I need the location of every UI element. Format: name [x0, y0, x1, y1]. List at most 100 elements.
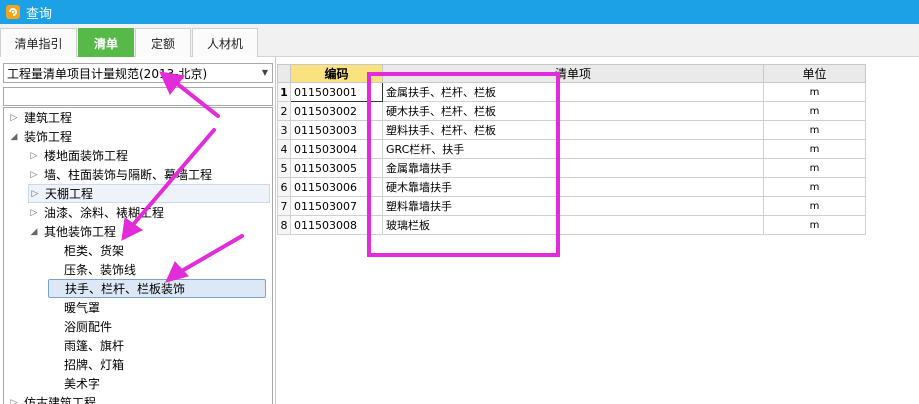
item-name-cell[interactable]: 硬木靠墙扶手 [382, 177, 764, 197]
tree-node-label: 建筑工程 [24, 111, 73, 125]
tree-node-radiator-covers[interactable]: 暖气罩 [48, 298, 100, 317]
tree-node-label: 招牌、灯箱 [64, 358, 125, 372]
row-number: 7 [277, 196, 291, 216]
tree-node-label: 油漆、涂料、裱糊工程 [44, 206, 165, 220]
tree-node-label: 扶手、栏杆、栏板装饰 [65, 282, 186, 296]
unit-cell[interactable]: m [763, 120, 866, 140]
title-bar: 查询 [0, 0, 919, 24]
tree-node-label: 仿古建筑工程 [24, 396, 97, 404]
expand-arrow-icon[interactable]: ▷ [8, 397, 20, 404]
expand-arrow-icon[interactable]: ▷ [8, 112, 20, 124]
tree-node-decoration[interactable]: ◢ 装饰工程 [8, 127, 72, 146]
tree-node-label: 墙、柱面装饰与隔断、幕墙工程 [44, 168, 213, 182]
tree-node-label: 压条、装饰线 [64, 263, 137, 277]
code-cell[interactable]: 011503002 [290, 101, 383, 121]
tree-node-label: 暖气罩 [64, 301, 101, 315]
unit-cell[interactable]: m [763, 158, 866, 178]
table-header-row: 编码 清单项 单位 [277, 64, 866, 83]
code-cell[interactable]: 011503007 [290, 196, 383, 216]
tree-node-label: 其他装饰工程 [44, 225, 117, 239]
code-cell[interactable]: 011503003 [290, 120, 383, 140]
tree-node-wall-column[interactable]: ▷ 墙、柱面装饰与隔断、幕墙工程 [28, 165, 212, 184]
tree-node-label: 美术字 [64, 377, 101, 391]
row-number: 4 [277, 139, 291, 159]
app-logo-icon [6, 5, 20, 19]
collapse-arrow-icon[interactable]: ◢ [8, 131, 20, 143]
chevron-down-icon[interactable]: ▼ [262, 68, 268, 77]
tab-bar: 清单指引 清单 定额 人材机 [0, 24, 919, 58]
bill-items-table: 编码 清单项 单位 1 011503001 金属扶手、栏杆、栏板 m 2 01150300… [277, 64, 866, 235]
column-header-code[interactable]: 编码 [290, 64, 383, 83]
tree-node-label: 雨篷、旗杆 [64, 339, 125, 353]
search-input[interactable] [3, 87, 273, 106]
tree-node-ceiling[interactable]: ▷ 天棚工程 [28, 184, 270, 203]
item-name-cell[interactable]: 金属靠墙扶手 [382, 158, 764, 178]
table-row[interactable]: 5 011503005 金属靠墙扶手 m [277, 158, 866, 178]
item-name-cell[interactable]: GRC栏杆、扶手 [382, 139, 764, 159]
tree-node-label: 天棚工程 [45, 187, 94, 201]
table-row[interactable]: 8 011503008 玻璃栏板 m [277, 215, 866, 235]
tree-node-bathroom-fittings[interactable]: 浴厕配件 [48, 317, 112, 336]
item-name-cell[interactable]: 金属扶手、栏杆、栏板 [382, 82, 764, 102]
unit-cell[interactable]: m [763, 177, 866, 197]
row-number-header [277, 64, 291, 83]
unit-cell[interactable]: m [763, 82, 866, 102]
table-row[interactable]: 7 011503007 塑料靠墙扶手 m [277, 196, 866, 216]
tree-node-other-decoration[interactable]: ◢ 其他装饰工程 [28, 222, 120, 241]
code-cell[interactable]: 011503004 [290, 139, 383, 159]
tree-node-art-lettering[interactable]: 美术字 [48, 374, 100, 393]
table-row[interactable]: 3 011503003 塑料扶手、栏杆、栏板 m [277, 120, 866, 140]
code-cell[interactable]: 011503001 [290, 82, 383, 102]
tree-node-floor-decoration[interactable]: ▷ 楼地面装饰工程 [28, 146, 128, 165]
tree-node-label: 柜类、货架 [64, 244, 125, 258]
tree-node-signboards-lightboxes[interactable]: 招牌、灯箱 [48, 355, 124, 374]
spec-select-value: 工程量清单项目计量规范(2013-北京) [7, 66, 208, 81]
tab-quota[interactable]: 定额 [135, 28, 191, 57]
tab-list[interactable]: 清单 [78, 28, 134, 58]
expand-arrow-icon[interactable]: ▷ [28, 207, 40, 219]
tree-node-antique-construction[interactable]: ▷ 仿古建筑工程 [8, 393, 96, 404]
expand-arrow-icon[interactable]: ▷ [28, 150, 40, 162]
tree-node-label: 楼地面装饰工程 [44, 149, 129, 163]
expand-arrow-icon[interactable]: ▷ [28, 169, 40, 181]
tree-node-label: 浴厕配件 [64, 320, 113, 334]
table-row[interactable]: 2 011503002 硬木扶手、栏杆、栏板 m [277, 101, 866, 121]
table-row[interactable]: 4 011503004 GRC栏杆、扶手 m [277, 139, 866, 159]
tree-node-moldings[interactable]: 压条、装饰线 [48, 260, 136, 279]
item-name-cell[interactable]: 塑料靠墙扶手 [382, 196, 764, 216]
collapse-arrow-icon[interactable]: ◢ [28, 226, 40, 238]
left-panel: 工程量清单项目计量规范(2013-北京) ▼ ▷ 建筑工程 ◢ 装饰工程 ▷ 楼地面装饰工… [0, 57, 276, 404]
category-tree: ▷ 建筑工程 ◢ 装饰工程 ▷ 楼地面装饰工程 ▷ 墙、柱面装饰与隔断、幕墙工程 ▷ 天棚工程 ▷ 油… [3, 107, 273, 404]
tree-node-canopies-flagpoles[interactable]: 雨篷、旗杆 [48, 336, 124, 355]
row-number: 3 [277, 120, 291, 140]
expand-arrow-icon[interactable]: ▷ [29, 188, 41, 200]
row-number: 1 [277, 82, 291, 102]
tree-node-paint-coating[interactable]: ▷ 油漆、涂料、裱糊工程 [28, 203, 164, 222]
item-name-cell[interactable]: 硬木扶手、栏杆、栏板 [382, 101, 764, 121]
item-name-cell[interactable]: 塑料扶手、栏杆、栏板 [382, 120, 764, 140]
tree-node-label: 装饰工程 [24, 130, 73, 144]
code-cell[interactable]: 011503006 [290, 177, 383, 197]
tree-node-construction[interactable]: ▷ 建筑工程 [8, 108, 72, 127]
code-cell[interactable]: 011503008 [290, 215, 383, 235]
table-row[interactable]: 1 011503001 金属扶手、栏杆、栏板 m [277, 82, 866, 102]
unit-cell[interactable]: m [763, 196, 866, 216]
row-number: 8 [277, 215, 291, 235]
row-number: 6 [277, 177, 291, 197]
tree-node-handrails-railings[interactable]: 扶手、栏杆、栏板装饰 [48, 279, 266, 298]
code-cell[interactable]: 011503005 [290, 158, 383, 178]
window-title: 查询 [26, 6, 53, 22]
spec-select[interactable]: 工程量清单项目计量规范(2013-北京) ▼ [3, 63, 273, 83]
tab-list-guide[interactable]: 清单指引 [0, 28, 77, 57]
table-row[interactable]: 6 011503006 硬木靠墙扶手 m [277, 177, 866, 197]
tab-labor-material-machine[interactable]: 人材机 [192, 28, 258, 57]
column-header-item[interactable]: 清单项 [382, 64, 764, 83]
tree-node-cabinets-shelves[interactable]: 柜类、货架 [48, 241, 124, 260]
unit-cell[interactable]: m [763, 215, 866, 235]
row-number: 2 [277, 101, 291, 121]
row-number: 5 [277, 158, 291, 178]
unit-cell[interactable]: m [763, 101, 866, 121]
column-header-unit[interactable]: 单位 [763, 64, 866, 83]
item-name-cell[interactable]: 玻璃栏板 [382, 215, 764, 235]
unit-cell[interactable]: m [763, 139, 866, 159]
